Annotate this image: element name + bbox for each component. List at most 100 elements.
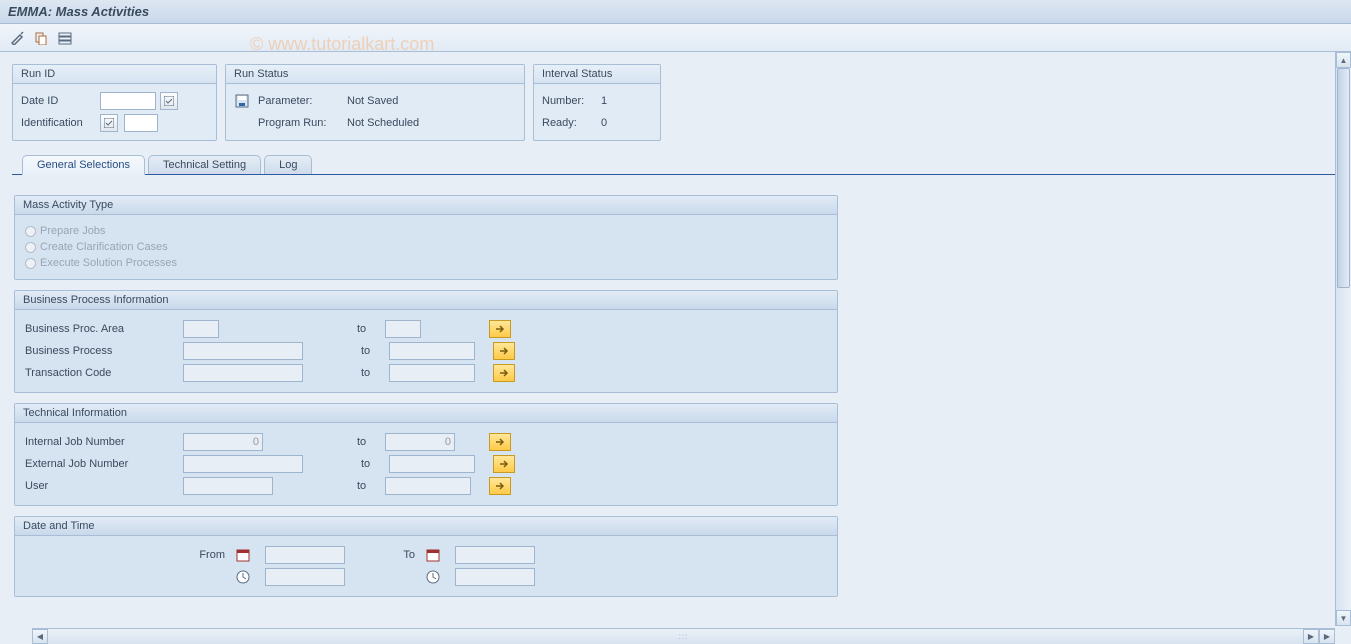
bp-area-label: Business Proc. Area — [25, 323, 175, 335]
spacer-icon — [234, 115, 250, 131]
group-mass-activity-type: Mass Activity Type Prepare Jobs Create C… — [14, 195, 838, 280]
group-header-mass-activity-type: Mass Activity Type — [15, 196, 837, 215]
parameter-value: Not Saved — [347, 95, 398, 107]
panel-header-run-id: Run ID — [13, 65, 216, 84]
calendar-from-icon[interactable] — [235, 547, 251, 563]
scroll-right-end-icon[interactable]: ▶ — [1319, 629, 1335, 644]
identification-input[interactable] — [124, 114, 158, 132]
scroll-grip-icon: ::: — [679, 632, 689, 641]
bp-process-multiselect-button[interactable] — [493, 342, 515, 360]
radio-label-create-clarification: Create Clarification Cases — [40, 241, 168, 253]
panel-header-run-status: Run Status — [226, 65, 524, 84]
user-label: User — [25, 480, 175, 492]
tcode-label: Transaction Code — [25, 367, 175, 379]
parameter-label: Parameter: — [258, 95, 343, 107]
layout-icon[interactable] — [56, 29, 74, 47]
time-from-input[interactable] — [265, 568, 345, 586]
radio-execute-solution-processes: Execute Solution Processes — [25, 255, 827, 271]
panel-header-interval-status: Interval Status — [534, 65, 660, 84]
ijob-multiselect-button[interactable] — [489, 433, 511, 451]
user-multiselect-button[interactable] — [489, 477, 511, 495]
bp-area-to-input[interactable] — [385, 320, 421, 338]
tab-general-selections[interactable]: General Selections — [22, 155, 145, 175]
radio-label-execute-solution: Execute Solution Processes — [40, 257, 177, 269]
group-header-datetime: Date and Time — [15, 517, 837, 536]
date-from-input[interactable] — [265, 546, 345, 564]
to-label: to — [357, 480, 377, 492]
to-label: to — [361, 367, 381, 379]
tab-log[interactable]: Log — [264, 155, 312, 174]
save-status-icon[interactable] — [234, 93, 250, 109]
scroll-down-icon[interactable]: ▼ — [1336, 610, 1351, 626]
content-area: Run ID Date ID Identification — [0, 52, 1351, 626]
radio-prepare-jobs: Prepare Jobs — [25, 223, 827, 239]
clock-to-icon[interactable] — [425, 569, 441, 585]
date-id-label: Date ID — [21, 95, 96, 107]
group-date-time: Date and Time From To — [14, 516, 838, 597]
time-to-input[interactable] — [455, 568, 535, 586]
identification-f4-icon[interactable] — [100, 114, 118, 132]
window-title-bar: EMMA: Mass Activities — [0, 0, 1351, 24]
date-id-f4-icon[interactable] — [160, 92, 178, 110]
radio-icon — [25, 258, 36, 269]
user-from-input[interactable] — [183, 477, 273, 495]
to-label: to — [357, 323, 377, 335]
scroll-thumb[interactable] — [1337, 68, 1350, 288]
tab-technical-setting[interactable]: Technical Setting — [148, 155, 261, 174]
tab-content: Mass Activity Type Prepare Jobs Create C… — [12, 185, 1339, 609]
scroll-left-icon[interactable]: ◀ — [32, 629, 48, 644]
interval-number-label: Number: — [542, 95, 597, 107]
radio-label-prepare-jobs: Prepare Jobs — [40, 225, 105, 237]
tcode-to-input[interactable] — [389, 364, 475, 382]
bp-process-label: Business Process — [25, 345, 175, 357]
bp-area-multiselect-button[interactable] — [489, 320, 511, 338]
panel-run-id: Run ID Date ID Identification — [12, 64, 217, 141]
ejob-label: External Job Number — [25, 458, 175, 470]
identification-label: Identification — [21, 117, 96, 129]
program-run-value: Not Scheduled — [347, 117, 419, 129]
ijob-from-input[interactable] — [183, 433, 263, 451]
program-run-label: Program Run: — [258, 117, 343, 129]
group-business-process-info: Business Process Information Business Pr… — [14, 290, 838, 393]
calendar-to-icon[interactable] — [425, 547, 441, 563]
date-id-input[interactable] — [100, 92, 156, 110]
vertical-scrollbar[interactable]: ▲ ▼ — [1335, 52, 1351, 626]
radio-icon — [25, 242, 36, 253]
dt-to-label: To — [375, 549, 415, 561]
page-title: EMMA: Mass Activities — [8, 4, 149, 19]
application-toolbar — [0, 24, 1351, 52]
tcode-multiselect-button[interactable] — [493, 364, 515, 382]
wizard-icon[interactable] — [8, 29, 26, 47]
radio-icon — [25, 226, 36, 237]
to-label: to — [361, 458, 381, 470]
clock-from-icon[interactable] — [235, 569, 251, 585]
ijob-to-input[interactable] — [385, 433, 455, 451]
panel-interval-status: Interval Status Number: 1 Ready: 0 — [533, 64, 661, 141]
scroll-up-icon[interactable]: ▲ — [1336, 52, 1351, 68]
group-header-bpi: Business Process Information — [15, 291, 837, 310]
horizontal-scrollbar[interactable]: ◀ ::: ▶ ▶ — [32, 628, 1335, 644]
ejob-from-input[interactable] — [183, 455, 303, 473]
group-header-techinfo: Technical Information — [15, 404, 837, 423]
scroll-right-icon[interactable]: ▶ — [1303, 629, 1319, 644]
interval-number-value: 1 — [601, 95, 607, 107]
interval-ready-label: Ready: — [542, 117, 597, 129]
interval-ready-value: 0 — [601, 117, 607, 129]
panel-run-status: Run Status Parameter: Not Saved Program … — [225, 64, 525, 141]
tab-strip: General Selections Technical Setting Log — [12, 155, 1339, 175]
ejob-multiselect-button[interactable] — [493, 455, 515, 473]
bp-process-to-input[interactable] — [389, 342, 475, 360]
radio-create-clarification-cases: Create Clarification Cases — [25, 239, 827, 255]
bp-area-from-input[interactable] — [183, 320, 219, 338]
to-label: to — [361, 345, 381, 357]
copy-icon[interactable] — [32, 29, 50, 47]
user-to-input[interactable] — [385, 477, 471, 495]
tcode-from-input[interactable] — [183, 364, 303, 382]
group-technical-info: Technical Information Internal Job Numbe… — [14, 403, 838, 506]
bp-process-from-input[interactable] — [183, 342, 303, 360]
to-label: to — [357, 436, 377, 448]
date-to-input[interactable] — [455, 546, 535, 564]
ejob-to-input[interactable] — [389, 455, 475, 473]
ijob-label: Internal Job Number — [25, 436, 175, 448]
dt-from-label: From — [185, 549, 225, 561]
